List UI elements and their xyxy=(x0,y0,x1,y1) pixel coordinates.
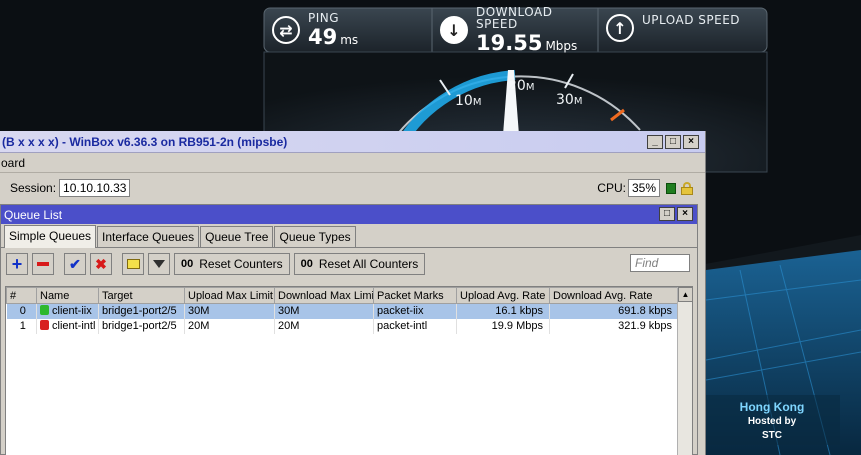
reset-counters-button[interactable]: 00 Reset Counters xyxy=(174,253,290,275)
reset-counters-label: Reset Counters xyxy=(199,257,283,271)
filter-button[interactable] xyxy=(148,253,170,275)
col-name[interactable]: Name xyxy=(36,287,99,304)
tab-queue-types[interactable]: Queue Types xyxy=(274,226,356,247)
row-download-max: 20M xyxy=(274,318,374,334)
reset-all-counters-label: Reset All Counters xyxy=(318,257,419,271)
col-index[interactable]: # xyxy=(6,287,37,304)
download-value: 19.55 xyxy=(476,31,543,55)
session-label: Session: xyxy=(10,181,57,195)
reset-all-counters-button[interactable]: 00 Reset All Counters xyxy=(293,253,426,275)
queue-tabs: Simple Queues Interface Queues Queue Tre… xyxy=(1,224,697,248)
table-row[interactable]: 0 client-iix bridge1-port2/5 30M 30M pac… xyxy=(6,303,679,319)
queue-green-icon xyxy=(40,305,49,316)
upload-label: UPLOAD SPEED xyxy=(642,13,741,27)
upload-arrow-icon: ↑ xyxy=(606,14,634,42)
cpu-indicator: CPU: 35% xyxy=(597,179,693,197)
row-upload-max: 20M xyxy=(184,318,275,334)
download-unit: Mbps xyxy=(545,39,578,53)
download-panel: ↓ DOWNLOAD SPEED 19.55 Mbps xyxy=(434,5,598,55)
cross-icon: ✖ xyxy=(95,255,107,272)
counter-all-icon: 00 xyxy=(300,258,313,270)
download-arrow-icon: ↓ xyxy=(440,16,468,44)
gauge-tick-10: 10M xyxy=(455,93,482,109)
cpu-label: CPU: xyxy=(597,181,626,195)
close-button[interactable]: × xyxy=(683,135,699,149)
row-packet-marks: packet-intl xyxy=(373,318,457,334)
location-city: Hong Kong xyxy=(739,400,805,414)
ping-icon: ⇄ xyxy=(272,16,300,44)
queue-toolbar: + ✔ ✖ 00 Reset Counters 00 Reset All Count… xyxy=(1,248,697,280)
session-bar: Session: 10.10.10.33 CPU: 35% xyxy=(0,173,705,203)
ping-value: 49 xyxy=(308,25,338,49)
window-title: (B x x x x) - WinBox v6.36.3 on RB951-2n… xyxy=(2,134,288,149)
gauge-tick-30: 30M xyxy=(556,92,583,108)
queue-list-close-button[interactable]: × xyxy=(677,207,693,221)
scroll-up-icon[interactable]: ▲ xyxy=(678,287,693,302)
ping-unit: ms xyxy=(340,33,359,47)
menu-item-dashboard[interactable]: oard xyxy=(1,156,25,170)
col-upload-max-limit[interactable]: Upload Max Limit xyxy=(184,287,275,304)
row-download-avg: 321.9 kbps xyxy=(549,318,679,334)
tab-simple-queues[interactable]: Simple Queues xyxy=(4,225,97,248)
enable-button[interactable]: ✔ xyxy=(64,253,86,275)
row-upload-avg: 19.9 Mbps xyxy=(456,318,550,334)
comment-button[interactable] xyxy=(122,253,144,275)
find-input[interactable]: Find xyxy=(630,254,690,272)
session-value: 10.10.10.33 xyxy=(59,179,131,197)
winbox-window: (B x x x x) - WinBox v6.36.3 on RB951-2n… xyxy=(0,131,706,455)
col-download-avg-rate[interactable]: Download Avg. Rate xyxy=(549,287,679,304)
plus-icon: + xyxy=(11,254,23,274)
download-label: DOWNLOAD SPEED xyxy=(476,5,553,31)
minus-icon xyxy=(37,262,49,266)
table-row[interactable]: 1 client-intl bridge1-port2/5 20M 20M pa… xyxy=(6,318,679,334)
lock-icon xyxy=(681,181,693,195)
server-location: Hong Kong Hosted by STC xyxy=(712,400,832,442)
counter-icon: 00 xyxy=(181,258,194,270)
location-host: STC xyxy=(762,430,782,441)
tab-queue-tree[interactable]: Queue Tree xyxy=(200,226,274,247)
minimize-button[interactable]: _ xyxy=(647,135,663,149)
location-hosted-by: Hosted by xyxy=(747,416,797,427)
col-download-max-limit[interactable]: Download Max Limit xyxy=(274,287,374,304)
queue-list-maximize-button[interactable]: □ xyxy=(659,207,675,221)
ping-panel: ⇄ PING 49 ms xyxy=(266,8,430,52)
cpu-value: 35% xyxy=(627,179,660,197)
queue-table: # Name Target Upload Max Limit Download … xyxy=(5,286,693,455)
row-target: bridge1-port2/5 xyxy=(98,303,185,319)
filter-icon xyxy=(153,260,165,268)
row-index: 0 xyxy=(6,303,37,319)
disable-button[interactable]: ✖ xyxy=(90,253,112,275)
gauge-tick-20: 20M xyxy=(508,78,535,94)
row-download-max: 30M xyxy=(274,303,374,319)
col-target[interactable]: Target xyxy=(98,287,185,304)
tab-interface-queues[interactable]: Interface Queues xyxy=(97,226,200,247)
table-header: # Name Target Upload Max Limit Download … xyxy=(6,287,679,304)
table-scrollbar[interactable]: ▲ xyxy=(677,287,693,455)
row-upload-avg: 16.1 kbps xyxy=(456,303,550,319)
menubar: oard xyxy=(0,153,705,173)
row-name: client-intl xyxy=(36,318,99,334)
queue-list-window: Queue List □ × Simple Queues Interface Q… xyxy=(0,204,698,455)
check-icon: ✔ xyxy=(69,255,81,272)
maximize-button[interactable]: □ xyxy=(665,135,681,149)
note-icon xyxy=(126,259,140,269)
ping-label: PING xyxy=(308,11,340,25)
queue-list-title: Queue List xyxy=(4,207,63,222)
row-download-avg: 691.8 kbps xyxy=(549,303,679,319)
row-index: 1 xyxy=(6,318,37,334)
upload-panel: ↑ UPLOAD SPEED xyxy=(600,8,766,52)
col-packet-marks[interactable]: Packet Marks xyxy=(373,287,457,304)
row-name: client-iix xyxy=(36,303,99,319)
status-led-icon xyxy=(666,182,676,194)
add-button[interactable]: + xyxy=(6,253,28,275)
col-upload-avg-rate[interactable]: Upload Avg. Rate xyxy=(456,287,550,304)
row-target: bridge1-port2/5 xyxy=(98,318,185,334)
remove-button[interactable] xyxy=(32,253,54,275)
winbox-titlebar[interactable]: (B x x x x) - WinBox v6.36.3 on RB951-2n… xyxy=(0,131,705,153)
queue-list-titlebar[interactable]: Queue List □ × xyxy=(1,205,697,224)
row-upload-max: 30M xyxy=(184,303,275,319)
queue-red-icon xyxy=(40,320,49,330)
row-packet-marks: packet-iix xyxy=(373,303,457,319)
